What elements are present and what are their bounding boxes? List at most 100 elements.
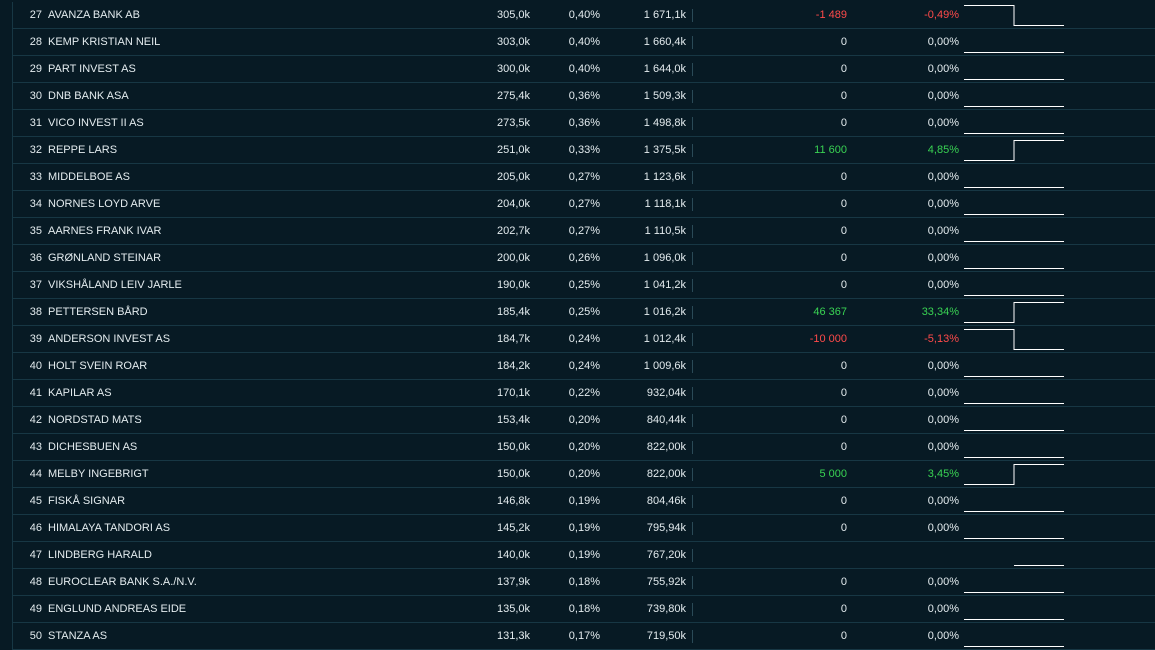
trend-sparkline (964, 295, 1064, 296)
share-count: 300,0k (496, 63, 530, 75)
shareholder-name: PART INVEST AS (48, 63, 136, 75)
table-row[interactable]: 39 ANDERSON INVEST AS 184,7k 0,24% 1 012,4k -… (12, 326, 1155, 353)
rank-cell: 29 (29, 63, 42, 75)
table-row[interactable]: 36 GRØNLAND STEINAR 200,0k 0,26% 1 096,0k 0 0,… (12, 245, 1155, 272)
column-divider (692, 549, 693, 562)
trend-sparkline (964, 376, 1064, 377)
table-row[interactable]: 28 KEMP KRISTIAN NEIL 303,0k 0,40% 1 660,4k 0… (12, 29, 1155, 56)
trend-sparkline (964, 302, 1064, 323)
shareholder-name: VICO INVEST II AS (48, 117, 144, 129)
shareholder-name: AARNES FRANK IVAR (48, 225, 162, 237)
share-change: 0 (840, 171, 847, 183)
holding-value: 1 118,1k (644, 198, 686, 210)
rank-cell: 44 (29, 468, 42, 480)
column-divider (692, 279, 693, 292)
share-change: 0 (840, 576, 847, 588)
table-row[interactable]: 35 AARNES FRANK IVAR 202,7k 0,27% 1 110,5k 0 0… (12, 218, 1155, 245)
table-row[interactable]: 47 LINDBERG HARALD 140,0k 0,19% 767,20k (12, 542, 1155, 569)
rank-cell: 47 (29, 549, 42, 561)
table-row[interactable]: 29 PART INVEST AS 300,0k 0,40% 1 644,0k 0 0,00… (12, 56, 1155, 83)
table-row[interactable]: 34 NORNES LOYD ARVE 204,0k 0,27% 1 118,1k 0 0,… (12, 191, 1155, 218)
table-row[interactable]: 44 MELBY INGEBRIGT 150,0k 0,20% 822,00k 5 000… (12, 461, 1155, 488)
table-row[interactable]: 40 HOLT SVEIN ROAR 184,2k 0,24% 1 009,6k 0 0,0… (12, 353, 1155, 380)
share-change: 0 (840, 198, 847, 210)
table-row[interactable]: 32 REPPE LARS 251,0k 0,33% 1 375,5k 11 600 4,8… (12, 137, 1155, 164)
share-count: 153,4k (496, 414, 530, 426)
ownership-percent: 0,17% (568, 630, 600, 642)
share-change: 0 (840, 441, 847, 453)
holding-value: 1 671,1k (643, 9, 686, 21)
table-row[interactable]: 42 NORDSTAD MATS 153,4k 0,20% 840,44k 0 0,00% (12, 407, 1155, 434)
holding-value: 719,50k (646, 630, 686, 642)
share-change: 0 (840, 414, 847, 426)
column-divider (692, 171, 693, 184)
trend-sparkline (964, 592, 1064, 593)
ownership-percent: 0,36% (568, 90, 600, 102)
rank-cell: 37 (29, 279, 42, 291)
rank-cell: 36 (29, 252, 42, 264)
share-change-percent: 0,00% (927, 603, 959, 615)
trend-sparkline (1014, 565, 1064, 566)
ownership-percent: 0,20% (568, 441, 600, 453)
table-row[interactable]: 38 PETTERSEN BÅRD 185,4k 0,25% 1 016,2k 46 36… (12, 299, 1155, 326)
shareholder-name: PETTERSEN BÅRD (48, 306, 148, 318)
table-row[interactable]: 31 VICO INVEST II AS 273,5k 0,36% 1 498,8k 0 0… (12, 110, 1155, 137)
shareholder-name: AVANZA BANK AB (48, 9, 140, 21)
share-change: 0 (840, 279, 847, 291)
table-row[interactable]: 27 AVANZA BANK AB 305,0k 0,40% 1 671,1k -1 48… (12, 2, 1155, 29)
ownership-percent: 0,24% (568, 333, 600, 345)
share-change-percent: 0,00% (927, 279, 959, 291)
rank-cell: 30 (29, 90, 42, 102)
share-count: 303,0k (496, 36, 530, 48)
holding-value: 1 009,6k (643, 360, 686, 372)
share-change-percent: 0,00% (927, 576, 959, 588)
ownership-percent: 0,27% (568, 225, 600, 237)
share-count: 205,0k (496, 171, 530, 183)
share-count: 150,0k (496, 468, 530, 480)
table-row[interactable]: 43 DICHESBUEN AS 150,0k 0,20% 822,00k 0 0,00% (12, 434, 1155, 461)
ownership-percent: 0,18% (568, 576, 600, 588)
table-row[interactable]: 30 DNB BANK ASA 275,4k 0,36% 1 509,3k 0 0,00% (12, 83, 1155, 110)
table-row[interactable]: 33 MIDDELBOE AS 205,0k 0,27% 1 123,6k 0 0,00% (12, 164, 1155, 191)
share-count: 146,8k (496, 495, 530, 507)
column-divider (692, 468, 693, 481)
shareholder-name: EUROCLEAR BANK S.A./N.V. (48, 576, 197, 588)
share-change-percent: 0,00% (927, 387, 959, 399)
rank-cell: 28 (29, 36, 42, 48)
table-row[interactable]: 45 FISKÅ SIGNAR 146,8k 0,19% 804,46k 0 0,00% (12, 488, 1155, 515)
trend-sparkline (964, 538, 1064, 539)
shareholder-name: NORDSTAD MATS (48, 414, 142, 426)
trend-sparkline (964, 133, 1064, 134)
ownership-percent: 0,20% (568, 414, 600, 426)
share-change: 0 (840, 495, 847, 507)
table-row[interactable]: 41 KAPILAR AS 170,1k 0,22% 932,04k 0 0,00% (12, 380, 1155, 407)
share-change-percent: -0,49% (924, 9, 959, 21)
share-count: 275,4k (496, 90, 530, 102)
holding-value: 1 660,4k (643, 36, 686, 48)
share-change-percent: 0,00% (927, 495, 959, 507)
share-change-percent: 0,00% (927, 441, 959, 453)
share-count: 200,0k (496, 252, 530, 264)
ownership-percent: 0,24% (568, 360, 600, 372)
table-row[interactable]: 46 HIMALAYA TANDORI AS 145,2k 0,19% 795,94k 0… (12, 515, 1155, 542)
rank-cell: 35 (29, 225, 42, 237)
share-change: 11 600 (814, 144, 847, 156)
ownership-percent: 0,40% (568, 63, 600, 75)
table-row[interactable]: 37 VIKSHÅLAND LEIV JARLE 190,0k 0,25% 1 041,… (12, 272, 1155, 299)
column-divider (692, 495, 693, 508)
table-row[interactable]: 50 STANZA AS 131,3k 0,17% 719,50k 0 0,00% (12, 623, 1155, 650)
ownership-percent: 0,19% (568, 495, 600, 507)
holding-value: 1 509,3k (643, 90, 686, 102)
holding-value: 767,20k (646, 549, 686, 561)
holding-value: 1 041,2k (643, 279, 686, 291)
table-row[interactable]: 48 EUROCLEAR BANK S.A./N.V. 137,9k 0,18% 755… (12, 569, 1155, 596)
holding-value: 739,80k (646, 603, 686, 615)
column-divider (692, 36, 693, 49)
column-divider (692, 603, 693, 616)
share-count: 137,9k (496, 576, 530, 588)
share-change: -1 489 (815, 9, 847, 21)
shareholder-name: STANZA AS (48, 630, 108, 642)
holding-value: 822,00k (646, 441, 686, 453)
table-row[interactable]: 49 ENGLUND ANDREAS EIDE 135,0k 0,18% 739,80k… (12, 596, 1155, 623)
rank-cell: 38 (29, 306, 42, 318)
